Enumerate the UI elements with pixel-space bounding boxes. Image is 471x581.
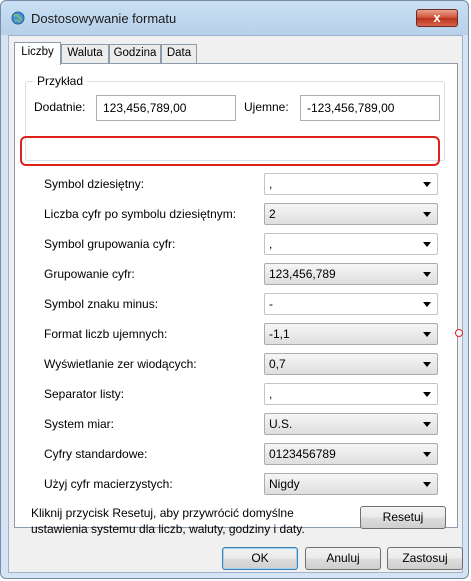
list-separator-label: Separator listy: — [44, 387, 125, 401]
chevron-down-icon — [423, 422, 431, 427]
tab-data[interactable]: Data — [161, 44, 197, 63]
native-digits-label: Użyj cyfr macierzystych: — [44, 477, 173, 491]
chevron-down-icon — [423, 182, 431, 187]
standard-digits-label: Cyfry standardowe: — [44, 447, 148, 461]
digit-grouping-symbol-label: Symbol grupowania cyfr: — [44, 237, 176, 251]
tab-godzina[interactable]: Godzina — [109, 44, 161, 63]
negative-format-label: Format liczb ujemnych: — [44, 327, 168, 341]
tab-waluta[interactable]: Waluta — [61, 44, 109, 63]
leading-zeros-combo[interactable]: 0,7 — [264, 353, 438, 375]
leading-zeros-label: Wyświetlanie zer wiodących: — [44, 357, 197, 371]
negative-sign-combo[interactable]: - — [264, 293, 438, 315]
apply-button[interactable]: Zastosuj — [387, 547, 463, 570]
negative-format-combo[interactable]: -1,1 — [264, 323, 438, 345]
window-title: Dostosowywanie formatu — [31, 11, 177, 26]
cancel-button[interactable]: Anuluj — [305, 547, 381, 570]
reset-info-text: Kliknij przycisk Resetuj, aby przywrócić… — [31, 506, 305, 536]
chevron-down-icon — [423, 482, 431, 487]
standard-digits-value: 0123456789 — [269, 447, 336, 461]
close-button[interactable]: x — [416, 9, 458, 27]
digit-grouping-value: 123,456,789 — [269, 267, 336, 281]
negative-sign-label: Symbol znaku minus: — [44, 297, 159, 311]
positive-label: Dodatnie: — [34, 100, 86, 114]
list-separator-value: , — [269, 387, 273, 401]
negative-label: Ujemne: — [244, 100, 289, 114]
chevron-down-icon — [423, 242, 431, 247]
title-bar[interactable]: Dostosowywanie formatu x — [1, 1, 468, 31]
chevron-down-icon — [423, 392, 431, 397]
decimal-digits-value: 2 — [269, 207, 276, 221]
chevron-down-icon — [423, 332, 431, 337]
decimal-digits-label: Liczba cyfr po symbolu dziesiętnym: — [44, 207, 237, 221]
measurement-system-combo[interactable]: U.S. — [264, 413, 438, 435]
chevron-down-icon — [423, 302, 431, 307]
leading-zeros-value: 0,7 — [269, 357, 286, 371]
positive-example-field[interactable]: 123,456,789,00 — [96, 95, 236, 121]
negative-format-value: -1,1 — [269, 327, 290, 341]
reset-button[interactable]: Resetuj — [360, 506, 446, 529]
globe-icon — [11, 11, 25, 25]
annotation-marker — [455, 329, 463, 337]
chevron-down-icon — [423, 452, 431, 457]
measurement-system-value: U.S. — [269, 417, 293, 431]
standard-digits-combo[interactable]: 0123456789 — [264, 443, 438, 465]
native-digits-value: Nigdy — [269, 477, 300, 491]
decimal-symbol-label: Symbol dziesiętny: — [44, 177, 145, 191]
digit-grouping-label: Grupowanie cyfr: — [44, 267, 135, 281]
example-group-label: Przykład — [33, 74, 88, 88]
chevron-down-icon — [423, 362, 431, 367]
negative-sign-value: - — [269, 297, 273, 311]
list-separator-combo[interactable]: , — [264, 383, 438, 405]
digit-grouping-symbol-combo[interactable]: , — [264, 233, 438, 255]
digit-grouping-symbol-value: , — [269, 237, 273, 251]
chevron-down-icon — [423, 272, 431, 277]
native-digits-combo[interactable]: Nigdy — [264, 473, 438, 495]
negative-example-field[interactable]: -123,456,789,00 — [300, 95, 440, 121]
tab-liczby[interactable]: Liczby — [14, 42, 61, 65]
decimal-symbol-combo[interactable]: , — [264, 173, 438, 195]
digit-grouping-combo[interactable]: 123,456,789 — [264, 263, 438, 285]
measurement-system-label: System miar: — [44, 417, 115, 431]
decimal-symbol-value: , — [269, 177, 273, 191]
chevron-down-icon — [423, 212, 431, 217]
highlight-decimal-symbol — [20, 136, 440, 166]
decimal-digits-combo[interactable]: 2 — [264, 203, 438, 225]
ok-button[interactable]: OK — [222, 547, 298, 570]
